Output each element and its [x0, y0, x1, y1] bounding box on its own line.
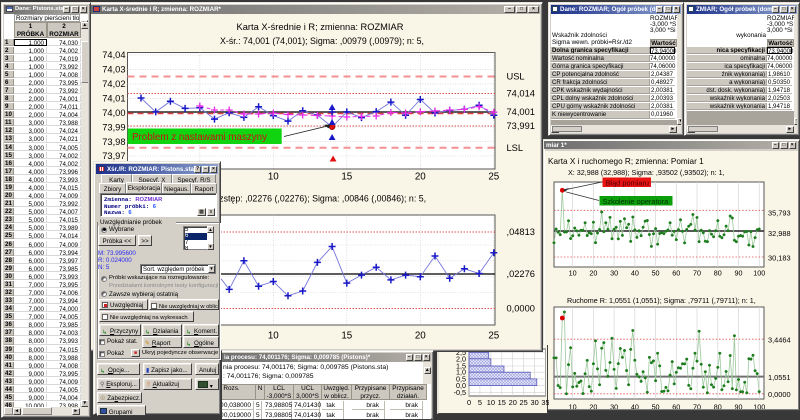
svg-text:20: 20 — [589, 403, 597, 410]
svg-text:5: 5 — [478, 398, 482, 407]
svg-text:73,97: 73,97 — [102, 151, 125, 161]
svg-text:20: 20 — [589, 269, 597, 278]
svg-text:80: 80 — [714, 403, 722, 410]
svg-text:Problem z nastawami maszyny: Problem z nastawami maszyny — [132, 132, 267, 143]
svg-text:35,793: 35,793 — [768, 209, 791, 218]
svg-text:10: 10 — [487, 398, 495, 407]
svg-text:32,988: 32,988 — [768, 229, 791, 238]
svg-text:3,4464: 3,4464 — [768, 336, 791, 345]
svg-text:15: 15 — [498, 398, 506, 407]
svg-text:10: 10 — [569, 269, 577, 278]
svg-text:100: 100 — [753, 403, 765, 410]
svg-text:15: 15 — [341, 331, 352, 342]
svg-text:74,03: 74,03 — [102, 65, 125, 75]
svg-text:100: 100 — [753, 269, 765, 278]
svg-text:USL: USL — [507, 72, 525, 82]
svg-text:15: 15 — [341, 172, 352, 183]
svg-text:0: 0 — [467, 398, 471, 407]
svg-text:74,04: 74,04 — [102, 50, 125, 60]
svg-text:40: 40 — [631, 269, 639, 278]
svg-text:35: 35 — [541, 398, 549, 407]
svg-text:60: 60 — [672, 403, 680, 410]
svg-text:LSL: LSL — [507, 143, 524, 153]
svg-text:30: 30 — [610, 403, 618, 410]
svg-text:Rozstęp: ,02276 (,02276); Sigm: Rozstęp: ,02276 (,02276); Sigma: ,00846 … — [208, 194, 426, 204]
svg-text:74,00: 74,00 — [102, 108, 125, 118]
svg-text:,02276: ,02276 — [507, 269, 535, 279]
svg-text:30: 30 — [610, 269, 618, 278]
svg-text:-0,5: -0,5 — [454, 388, 466, 397]
svg-text:74,01: 74,01 — [102, 94, 125, 104]
svg-text:Szkolenie operatora: Szkolenie operatora — [603, 197, 670, 206]
svg-text:25: 25 — [488, 172, 499, 183]
svg-text:50: 50 — [652, 403, 660, 410]
svg-text:74,02: 74,02 — [102, 79, 125, 89]
svg-text:25: 25 — [520, 398, 528, 407]
svg-text:10: 10 — [268, 172, 279, 183]
svg-text:30,183: 30,183 — [768, 254, 791, 263]
svg-text:0,0000: 0,0000 — [768, 390, 791, 399]
svg-text:30: 30 — [530, 398, 538, 407]
svg-text:90: 90 — [734, 403, 742, 410]
svg-text:,04813: ,04813 — [507, 227, 535, 237]
svg-text:Ruchome R: 1,0551 (1,0551); Si: Ruchome R: 1,0551 (1,0551); Sigma: ,7971… — [567, 296, 756, 305]
svg-text:70: 70 — [693, 269, 701, 278]
svg-text:70: 70 — [693, 403, 701, 410]
svg-text:25: 25 — [488, 331, 499, 342]
svg-text:73,99: 73,99 — [102, 122, 125, 132]
svg-text:Błąd pomiaru: Błąd pomiaru — [606, 178, 650, 187]
svg-text:X-śr.: 74,001 (74,001); Sigma:: X-śr.: 74,001 (74,001); Sigma: ,00979 (,… — [220, 36, 424, 46]
svg-text:74,014: 74,014 — [507, 89, 535, 99]
svg-text:90: 90 — [734, 269, 742, 278]
svg-text:73,991: 73,991 — [507, 121, 535, 131]
svg-text:10: 10 — [268, 331, 279, 342]
svg-text:1,0551: 1,0551 — [768, 373, 791, 382]
svg-text:60: 60 — [672, 269, 680, 278]
svg-text:0,0000: 0,0000 — [507, 304, 535, 314]
svg-text:Karta X i ruchomego R; zmienna: Karta X i ruchomego R; zmienna: Pomiar 1 — [548, 157, 704, 166]
svg-text:10: 10 — [569, 403, 577, 410]
svg-text:50: 50 — [652, 269, 660, 278]
svg-text:74,001: 74,001 — [507, 107, 535, 117]
svg-text:20: 20 — [415, 331, 426, 342]
svg-text:20: 20 — [415, 172, 426, 183]
svg-text:X: 32,988 (32,988); Sigma: ,93: X: 32,988 (32,988); Sigma: ,93502 (,9350… — [568, 168, 725, 177]
svg-text:20: 20 — [509, 398, 517, 407]
svg-text:40: 40 — [631, 403, 639, 410]
svg-text:Karta X-średnie i R; zmienna:: Karta X-średnie i R; zmienna: ROZMIAR — [237, 22, 404, 32]
svg-text:80: 80 — [714, 269, 722, 278]
svg-text:73,98: 73,98 — [102, 137, 125, 147]
